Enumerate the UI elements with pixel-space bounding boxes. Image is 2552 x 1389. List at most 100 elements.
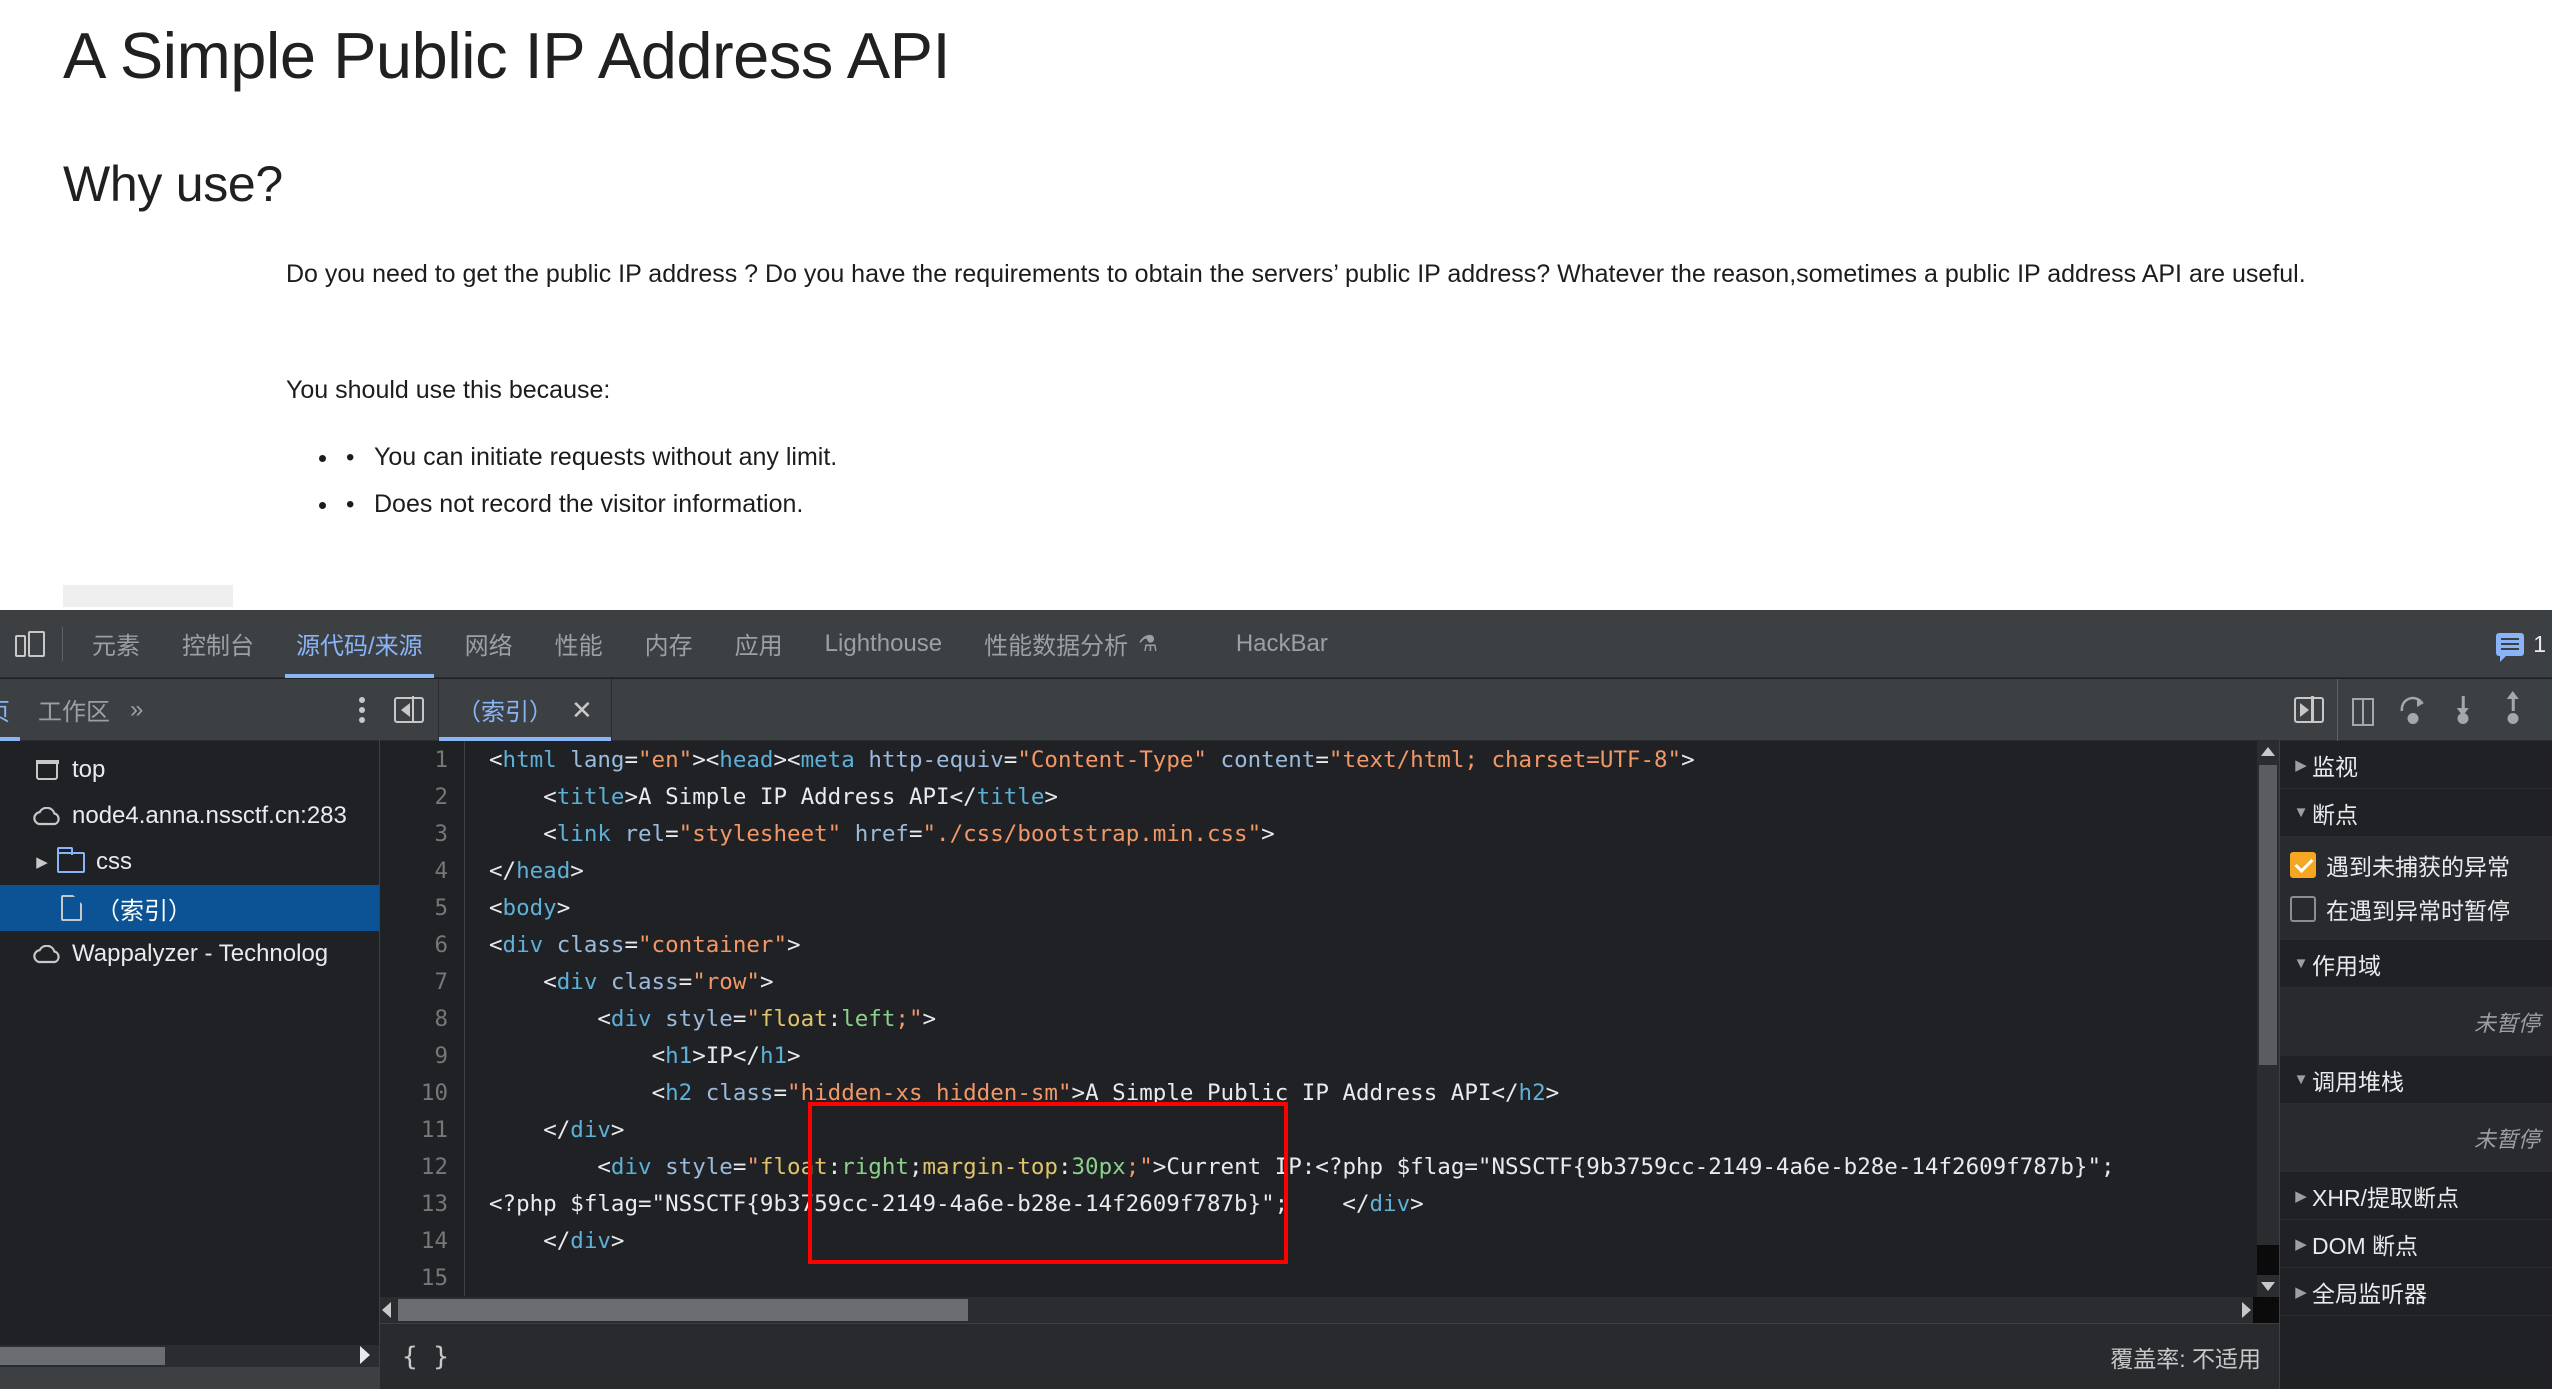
tab-Lighthouse[interactable]: Lighthouse xyxy=(804,610,963,678)
page-title: A Simple Public IP Address API xyxy=(63,18,950,93)
code-line[interactable]: 5<body> xyxy=(380,889,2257,926)
code-token-punc: = xyxy=(909,821,923,847)
code-token-str: "text/html; charset=UTF-8" xyxy=(1329,747,1681,773)
code-line[interactable]: 12 <div style="float:right;margin-top:30… xyxy=(380,1148,2257,1185)
chevron-right-icon[interactable]: ▶ xyxy=(30,853,54,871)
code-token-punc: < xyxy=(489,932,503,958)
scroll-up-icon[interactable] xyxy=(2261,747,2275,756)
scrollbar-thumb[interactable] xyxy=(398,1299,968,1321)
code-token-str: ;" xyxy=(895,1006,922,1032)
tab-源代码/来源[interactable]: 源代码/来源 xyxy=(275,610,444,678)
checkbox-checked-icon[interactable] xyxy=(2290,852,2316,878)
close-icon[interactable]: ✕ xyxy=(571,697,593,723)
code-token-tag: body xyxy=(503,895,557,921)
code-line[interactable]: 1<html lang="en"><head><meta http-equiv=… xyxy=(380,741,2257,778)
section-watch[interactable]: ▶ 监视 xyxy=(2280,741,2552,789)
code-line[interactable]: 2 <title>A Simple IP Address API</title> xyxy=(380,778,2257,815)
code-token-text xyxy=(557,747,571,773)
tab-page[interactable]: 页 xyxy=(0,679,24,741)
code-token-punc: >< xyxy=(692,747,719,773)
code-line[interactable]: 10 <h2 class="hidden-xs hidden-sm">A Sim… xyxy=(380,1074,2257,1111)
section-xhr-breakpoints[interactable]: ▶ XHR/提取断点 xyxy=(2280,1172,2552,1220)
section-call-stack[interactable]: ▼ 调用堆栈 xyxy=(2280,1056,2552,1104)
step-over-button[interactable] xyxy=(2388,679,2438,741)
code-token-text xyxy=(489,1080,652,1106)
code-text: <div class="container"> xyxy=(464,926,801,963)
device-toolbar-icon[interactable] xyxy=(0,610,60,678)
tree-item-selected[interactable]: （索引） xyxy=(0,885,379,931)
editor-horizontal-scrollbar[interactable] xyxy=(380,1297,2279,1323)
section-dom-breakpoints-label: DOM 断点 xyxy=(2312,1227,2418,1261)
expand-sidebar-icon[interactable] xyxy=(2280,679,2338,741)
code-line[interactable]: 14 </div> xyxy=(380,1222,2257,1259)
section-breakpoints-label: 断点 xyxy=(2312,796,2358,830)
tree-item[interactable]: top xyxy=(0,747,379,793)
code-line[interactable]: 7 <div class="row"> xyxy=(380,963,2257,1000)
tree-item[interactable]: ▶css xyxy=(0,839,379,885)
section-global-listeners[interactable]: ▶ 全局监听器 xyxy=(2280,1268,2552,1316)
navigator-horizontal-scrollbar[interactable] xyxy=(0,1345,380,1367)
code-line[interactable]: 11 </div> xyxy=(380,1111,2257,1148)
code-line[interactable]: 9 <h1>IP</h1> xyxy=(380,1037,2257,1074)
code-token-text xyxy=(841,821,855,847)
code-line[interactable]: 6<div class="container"> xyxy=(380,926,2257,963)
code-token-val: 30px xyxy=(1072,1154,1126,1180)
more-tabs-icon[interactable]: » xyxy=(124,696,149,724)
tab-workspace[interactable]: 工作区 xyxy=(24,679,124,741)
step-out-button[interactable] xyxy=(2488,679,2538,741)
tab-index-file[interactable]: （索引） ✕ xyxy=(438,679,612,741)
tab-内存[interactable]: 内存 xyxy=(624,610,714,678)
more-options-icon[interactable] xyxy=(359,697,365,723)
tab-元素[interactable]: 元素 xyxy=(71,610,161,678)
code-line[interactable]: 15 xyxy=(380,1259,2257,1296)
tree-item[interactable]: Wappalyzer - Technolog xyxy=(0,931,379,977)
tab-应用[interactable]: 应用 xyxy=(714,610,804,678)
section-scope[interactable]: ▼ 作用域 xyxy=(2280,940,2552,988)
breakpoint-option-caught[interactable]: 在遇到异常时暂停 xyxy=(2280,887,2552,931)
code-token-punc: = xyxy=(1004,747,1018,773)
breakpoint-option-uncaught[interactable]: 遇到未捕获的异常 xyxy=(2280,843,2552,887)
scroll-right-icon[interactable] xyxy=(2242,1302,2251,1318)
tab-HackBar[interactable]: HackBar xyxy=(1215,610,1349,678)
code-line[interactable]: 3 <link rel="stylesheet" href="./css/boo… xyxy=(380,815,2257,852)
chevron-down-icon: ▼ xyxy=(2290,1071,2312,1088)
code-token-str: "hidden-xs hidden-sm" xyxy=(787,1080,1071,1106)
section-breakpoints[interactable]: ▼ 断点 xyxy=(2280,789,2552,837)
code-token-str: ;" xyxy=(1126,1154,1153,1180)
code-token-tag: div xyxy=(611,1006,652,1032)
code-line[interactable]: 13<?php $flag="NSSCTF{9b3759cc-2149-4a6e… xyxy=(380,1185,2257,1222)
devtools-tabbar: 元素控制台源代码/来源网络性能内存应用 Lighthouse 性能数据分析⚗ Hack… xyxy=(0,610,2552,678)
scrollbar-thumb[interactable] xyxy=(0,1347,165,1365)
scroll-left-icon[interactable] xyxy=(382,1302,391,1318)
code-token-attr: content xyxy=(1221,747,1316,773)
tab-性能[interactable]: 性能 xyxy=(534,610,624,678)
step-into-button[interactable] xyxy=(2438,679,2488,741)
code-token-tag: h1 xyxy=(760,1043,787,1069)
scrollbar-corner xyxy=(2257,1245,2279,1275)
tab-性能数据分析[interactable]: 性能数据分析⚗ xyxy=(963,610,1179,678)
line-number: 7 xyxy=(380,969,464,995)
code-viewer[interactable]: 1<html lang="en"><head><meta http-equiv=… xyxy=(380,741,2279,1297)
scrollbar-thumb[interactable] xyxy=(2259,765,2277,1065)
scroll-down-icon[interactable] xyxy=(2261,1282,2275,1291)
code-line[interactable]: 8 <div style="float:left;"> xyxy=(380,1000,2257,1037)
checkbox-unchecked-icon[interactable] xyxy=(2290,896,2316,922)
code-line[interactable]: 4</head> xyxy=(380,852,2257,889)
tab-label: Lighthouse xyxy=(825,630,942,658)
source-editor-panel: （索引） ✕ 1<html lang="en"><head><meta http… xyxy=(380,679,2280,1389)
page-subtitle: Why use? xyxy=(63,155,283,213)
section-dom-breakpoints[interactable]: ▶ DOM 断点 xyxy=(2280,1220,2552,1268)
pause-script-button[interactable] xyxy=(2338,679,2388,741)
code-token-punc: = xyxy=(733,1154,747,1180)
scroll-right-icon[interactable] xyxy=(360,1346,370,1364)
console-message-badge[interactable]: 1 xyxy=(2496,631,2546,658)
code-token-tag: h2 xyxy=(1519,1080,1546,1106)
collapse-sidebar-icon[interactable] xyxy=(380,679,438,741)
editor-vertical-scrollbar[interactable] xyxy=(2257,741,2279,1297)
tab-控制台[interactable]: 控制台 xyxy=(161,610,275,678)
tab-网络[interactable]: 网络 xyxy=(444,610,534,678)
tree-item[interactable]: node4.anna.nssctf.cn:283 xyxy=(0,793,379,839)
pretty-print-button[interactable]: { } xyxy=(380,1342,471,1372)
code-token-punc: </ xyxy=(489,858,516,884)
intro-paragraph: Do you need to get the public IP address… xyxy=(286,252,2406,296)
